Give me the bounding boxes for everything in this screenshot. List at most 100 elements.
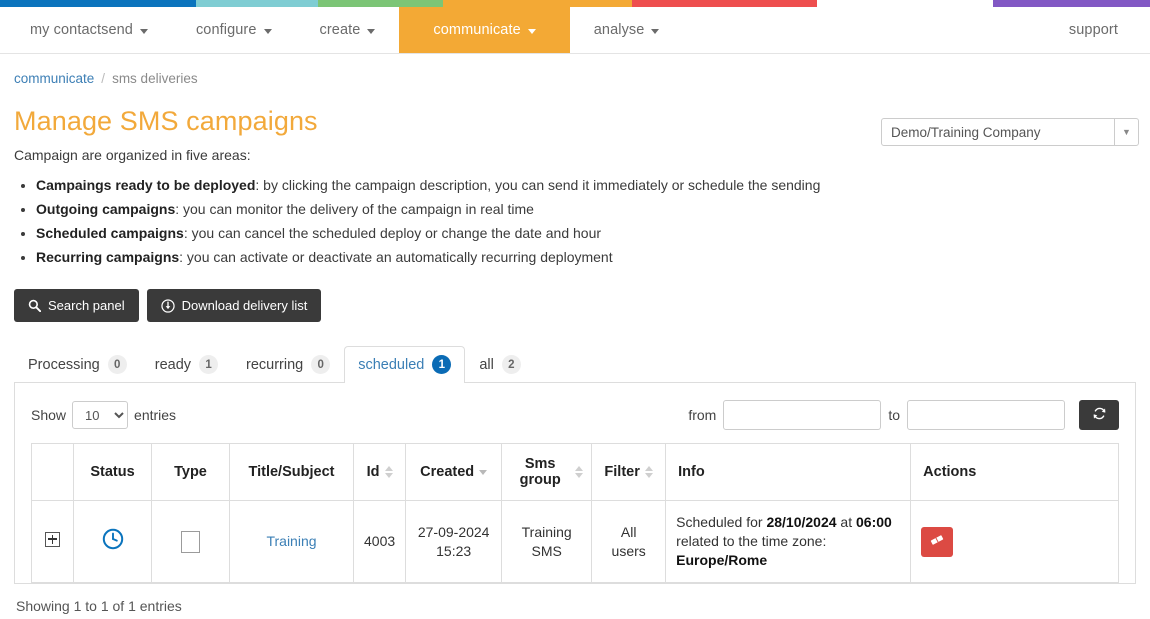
column-header-created[interactable]: Created xyxy=(405,443,503,501)
column-label: Filter xyxy=(604,464,640,480)
nav-item-label: my contactsend xyxy=(30,22,133,38)
area-term: Scheduled campaigns xyxy=(36,225,184,241)
sort-both-icon xyxy=(644,466,653,478)
list-item: Campaings ready to be deployed: by click… xyxy=(36,175,1136,196)
nav-item-configure[interactable]: configure xyxy=(172,7,296,53)
column-header-title-subject[interactable]: Title/Subject xyxy=(229,443,354,501)
areas-list: Campaings ready to be deployed: by click… xyxy=(14,175,1136,268)
column-label: Title/Subject xyxy=(248,464,335,480)
area-desc: : by clicking the campaign description, … xyxy=(255,177,821,193)
cell-filter: All users xyxy=(591,500,667,583)
date-range-filter: from to xyxy=(688,400,1119,430)
column-label: Sms group xyxy=(519,456,561,488)
cell-actions xyxy=(910,500,1119,583)
tab-label: scheduled xyxy=(358,356,425,373)
info-mid: at xyxy=(836,514,856,530)
top-strip-segment-3 xyxy=(443,0,632,7)
tab-label: recurring xyxy=(246,356,304,373)
date-from-input[interactable] xyxy=(723,400,882,430)
area-term: Recurring campaigns xyxy=(36,249,180,265)
sort-descending-icon xyxy=(479,469,488,475)
created-date: 27-09-2024 xyxy=(417,523,490,540)
tab-label: all xyxy=(479,356,494,373)
cancel-schedule-button[interactable] xyxy=(921,526,954,557)
tab-ready[interactable]: ready 1 xyxy=(141,346,232,383)
chevron-down-icon xyxy=(651,28,660,34)
page-length-select[interactable]: 102550100 xyxy=(72,401,129,429)
nav-item-support[interactable]: support xyxy=(1069,22,1118,38)
breadcrumb-link-communicate[interactable]: communicate xyxy=(14,71,94,86)
nav-item-label: configure xyxy=(195,22,257,38)
nav-item-analyse[interactable]: analyse xyxy=(570,7,684,53)
sort-both-icon xyxy=(575,466,584,478)
download-delivery-list-label: Download delivery list xyxy=(181,298,308,313)
column-header-id[interactable]: Id xyxy=(352,443,407,501)
tab-count-badge: 1 xyxy=(432,355,452,374)
download-circle-icon xyxy=(160,298,175,313)
chevron-down-icon xyxy=(367,28,376,34)
table-body: Training 4003 27-09-2024 15:23 Training … xyxy=(31,500,1119,583)
navbar-right: support xyxy=(1069,7,1150,53)
info-timezone: Europe/Rome xyxy=(676,552,768,568)
table-header-row: Status Type Title/Subject Id Created Sms… xyxy=(31,443,1119,501)
tab-label: ready xyxy=(154,356,192,373)
column-header-status[interactable]: Status xyxy=(73,443,152,501)
cell-type xyxy=(151,500,230,583)
info-scheduled-date: 28/10/2024 xyxy=(766,514,837,530)
tab-all[interactable]: all 2 xyxy=(465,346,535,383)
tab-processing[interactable]: Processing 0 xyxy=(14,346,141,383)
search-panel-button[interactable]: Search panel xyxy=(14,289,139,322)
expand-plus-icon[interactable] xyxy=(45,531,60,547)
nav-item-my-contactsend[interactable]: my contactsend xyxy=(0,7,172,53)
table-header: Status Type Title/Subject Id Created Sms… xyxy=(31,443,1119,501)
top-color-strip xyxy=(0,0,1150,7)
tab-count-badge: 1 xyxy=(199,355,219,374)
column-header-sms-group[interactable]: Sms group xyxy=(501,443,593,501)
nav-item-create[interactable]: create xyxy=(296,7,400,53)
cell-created: 27-09-2024 15:23 xyxy=(405,500,503,583)
cell-id: 4003 xyxy=(352,500,407,583)
refresh-icon xyxy=(1092,406,1107,424)
column-label: Actions xyxy=(923,464,977,480)
download-delivery-list-button[interactable]: Download delivery list xyxy=(146,289,322,322)
chevron-down-icon xyxy=(527,28,536,34)
to-label: to xyxy=(888,407,900,423)
table-row: Training 4003 27-09-2024 15:23 Training … xyxy=(31,500,1119,583)
top-strip-segment-5 xyxy=(817,0,993,7)
nav-item-label: communicate xyxy=(433,22,521,38)
chevron-down-icon xyxy=(139,28,148,34)
cell-expand xyxy=(31,500,74,583)
column-header-filter[interactable]: Filter xyxy=(591,443,667,501)
table-controls: Show 102550100 entries from to xyxy=(31,397,1119,443)
cell-title-subject: Training xyxy=(229,500,354,583)
top-strip-segment-6 xyxy=(993,0,1150,7)
list-item: Scheduled campaigns: you can cancel the … xyxy=(36,223,1136,244)
date-to-input[interactable] xyxy=(907,400,1065,430)
main-navbar: my contactsend configure create communic… xyxy=(0,7,1150,54)
tab-scheduled[interactable]: scheduled 1 xyxy=(344,346,466,383)
column-header-info[interactable]: Info xyxy=(665,443,912,501)
campaign-title-link[interactable]: Training xyxy=(266,533,316,549)
company-select[interactable]: Demo/Training Company ▼ xyxy=(881,118,1139,146)
chevron-down-icon: ▼ xyxy=(1114,119,1138,145)
breadcrumb-current: sms deliveries xyxy=(112,71,198,86)
deliveries-panel: Show 102550100 entries from to xyxy=(14,383,1136,584)
column-header-expand[interactable] xyxy=(31,443,74,501)
cell-info: Scheduled for 28/10/2024 at 06:00 relate… xyxy=(665,500,912,583)
top-strip-segment-0 xyxy=(0,0,196,7)
column-label: Created xyxy=(420,464,475,480)
eraser-icon xyxy=(929,532,945,551)
column-header-type[interactable]: Type xyxy=(151,443,230,501)
info-suffix: related to the time zone: xyxy=(676,533,827,549)
tab-recurring[interactable]: recurring 0 xyxy=(232,346,344,383)
info-scheduled-time: 06:00 xyxy=(856,514,892,530)
column-header-actions[interactable]: Actions xyxy=(910,443,1119,501)
sms-group-value: Training SMS xyxy=(521,523,572,559)
nav-item-communicate[interactable]: communicate xyxy=(399,7,570,53)
chevron-down-icon xyxy=(263,28,272,34)
from-label: from xyxy=(688,407,717,423)
tab-count-badge: 0 xyxy=(311,355,331,374)
list-item: Recurring campaigns: you can activate or… xyxy=(36,247,1136,268)
table-info-footer: Showing 1 to 1 of 1 entries xyxy=(16,598,182,614)
refresh-button[interactable] xyxy=(1079,400,1119,430)
